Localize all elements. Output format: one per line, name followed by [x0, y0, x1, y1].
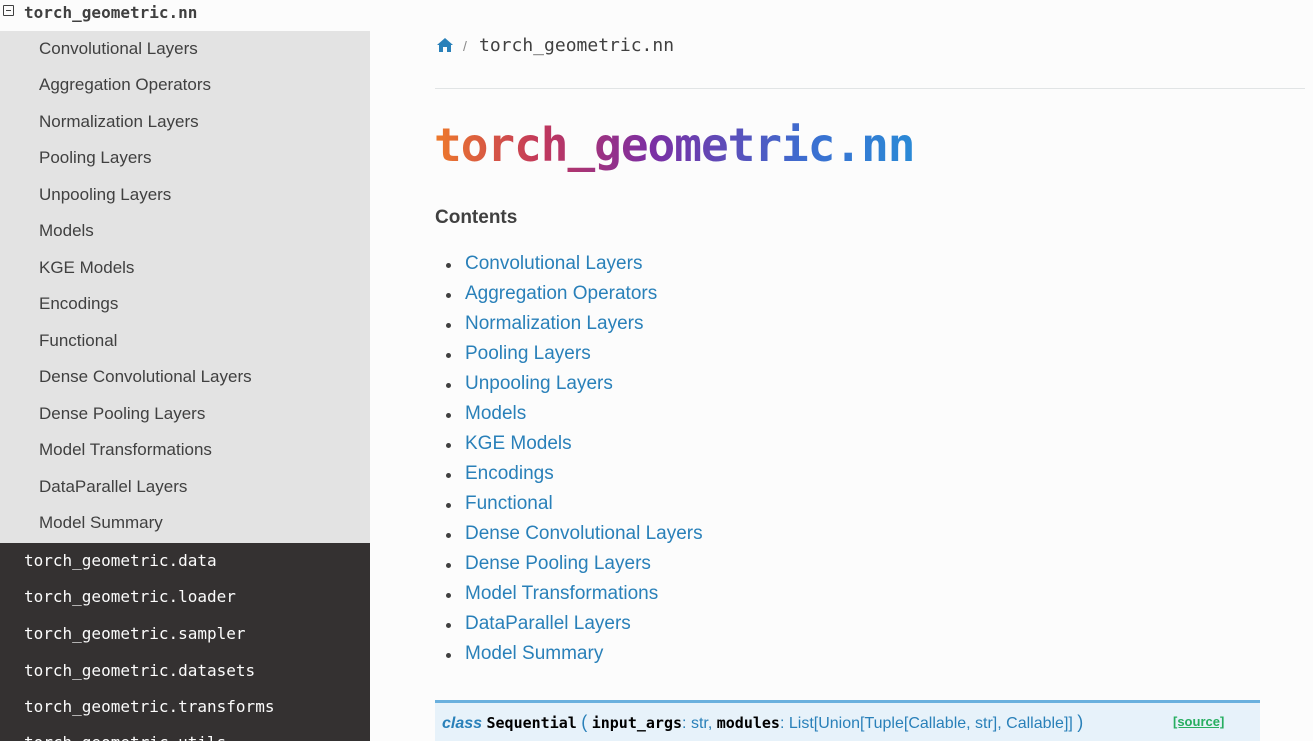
sidebar-section-datasets[interactable]: torch_geometric.datasets [24, 653, 255, 689]
sidebar-current-section[interactable]: torch_geometric.nn [0, 0, 370, 31]
sidebar-item-functional[interactable]: Functional [39, 323, 117, 359]
sidebar-item-normalization-layers[interactable]: Normalization Layers [39, 104, 199, 140]
sidebar-item-model-transformations[interactable]: Model Transformations [39, 432, 212, 468]
sidebar-item-dataparallel-layers[interactable]: DataParallel Layers [39, 469, 187, 505]
home-icon[interactable] [436, 37, 454, 53]
sidebar-section-data[interactable]: torch_geometric.data [24, 543, 217, 579]
sidebar-nav: torch_geometric.nn Convolutional Layers … [0, 0, 370, 741]
sidebar-item-models[interactable]: Models [39, 213, 94, 249]
toc-item: Dense Pooling Layers [435, 549, 703, 579]
toc-link-convolutional-layers[interactable]: Convolutional Layers [465, 253, 642, 274]
toc-link-model-summary[interactable]: Model Summary [465, 643, 603, 664]
sidebar-subsection-list: Convolutional Layers Aggregation Operato… [0, 31, 370, 543]
toc-link-dense-convolutional-layers[interactable]: Dense Convolutional Layers [465, 523, 703, 544]
signature-arg1-name: input_args [591, 714, 683, 732]
toc-item: Unpooling Layers [435, 369, 703, 399]
toc-link-kge-models[interactable]: KGE Models [465, 433, 572, 454]
toc-item: KGE Models [435, 429, 703, 459]
toc-item: Dense Convolutional Layers [435, 519, 703, 549]
toc-item: Encodings [435, 459, 703, 489]
signature-line: class Sequential ( input_args: str, modu… [442, 712, 1084, 732]
signature-keyword: class [442, 715, 483, 732]
toc-item: Model Transformations [435, 579, 703, 609]
toc-item: Pooling Layers [435, 339, 703, 369]
sidebar-item-unpooling-layers[interactable]: Unpooling Layers [39, 177, 171, 213]
toc-item: Aggregation Operators [435, 279, 703, 309]
sidebar-item-model-summary[interactable]: Model Summary [39, 505, 163, 541]
toc-item: Normalization Layers [435, 309, 703, 339]
toc-link-normalization-layers[interactable]: Normalization Layers [465, 313, 643, 334]
class-signature: class Sequential ( input_args: str, modu… [435, 700, 1260, 741]
toc-link-models[interactable]: Models [465, 403, 526, 424]
signature-open-paren: ( [581, 712, 588, 732]
signature-arg2-type[interactable]: List[Union[Tuple[Callable, str], Callabl… [789, 715, 1073, 732]
signature-close-paren: ) [1077, 712, 1084, 732]
sidebar-item-encodings[interactable]: Encodings [39, 286, 118, 322]
toc-link-model-transformations[interactable]: Model Transformations [465, 583, 658, 604]
sidebar-item-pooling-layers[interactable]: Pooling Layers [39, 140, 151, 176]
source-link[interactable]: [source] [1173, 714, 1224, 729]
main-content: / torch_geometric.nn torch_geometric.nn … [370, 0, 1313, 741]
signature-arg2-name: modules [716, 714, 780, 732]
contents-heading: Contents [435, 207, 518, 228]
sidebar-item-dense-convolutional-layers[interactable]: Dense Convolutional Layers [39, 359, 252, 395]
sidebar-section-transforms[interactable]: torch_geometric.transforms [24, 689, 274, 725]
toc-item: DataParallel Layers [435, 609, 703, 639]
sidebar-item-kge-models[interactable]: KGE Models [39, 250, 134, 286]
toc-link-encodings[interactable]: Encodings [465, 463, 554, 484]
toc-item: Models [435, 399, 703, 429]
toc-link-unpooling-layers[interactable]: Unpooling Layers [465, 373, 613, 394]
toc-link-pooling-layers[interactable]: Pooling Layers [465, 343, 591, 364]
sidebar-section-loader[interactable]: torch_geometric.loader [24, 579, 236, 615]
toc-item: Functional [435, 489, 703, 519]
sidebar-section-utils[interactable]: torch_geometric.utils [24, 725, 226, 741]
toc-item: Model Summary [435, 639, 703, 669]
sidebar-current-label[interactable]: torch_geometric.nn [24, 3, 197, 22]
toc-link-dataparallel-layers[interactable]: DataParallel Layers [465, 613, 631, 634]
breadcrumb-current: torch_geometric.nn [479, 35, 675, 56]
collapse-toggle-icon[interactable] [3, 5, 14, 16]
toc-link-aggregation-operators[interactable]: Aggregation Operators [465, 283, 657, 304]
signature-arg1-type: str, [690, 715, 713, 732]
toc-link-dense-pooling-layers[interactable]: Dense Pooling Layers [465, 553, 651, 574]
signature-class-name: Sequential [486, 714, 577, 732]
page-title: torch_geometric.nn [434, 118, 915, 172]
sidebar-item-aggregation-operators[interactable]: Aggregation Operators [39, 67, 211, 103]
sidebar-item-convolutional-layers[interactable]: Convolutional Layers [39, 31, 198, 67]
toc-list: Convolutional Layers Aggregation Operato… [435, 249, 703, 669]
breadcrumb-separator: / [463, 38, 467, 54]
toc-item: Convolutional Layers [435, 249, 703, 279]
sidebar-section-sampler[interactable]: torch_geometric.sampler [24, 616, 246, 652]
sidebar-item-dense-pooling-layers[interactable]: Dense Pooling Layers [39, 396, 205, 432]
breadcrumb-divider [435, 88, 1305, 89]
toc-link-functional[interactable]: Functional [465, 493, 553, 514]
